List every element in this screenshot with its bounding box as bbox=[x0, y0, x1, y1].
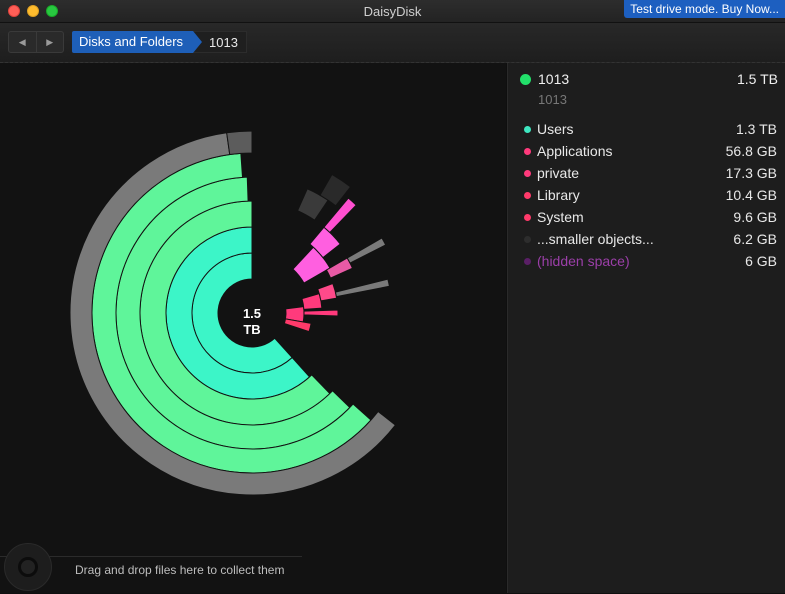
item-color-dot bbox=[524, 192, 531, 199]
item-color-dot bbox=[524, 214, 531, 221]
title-bar: DaisyDisk Test drive mode. Buy Now... bbox=[0, 0, 785, 23]
library-segment[interactable] bbox=[303, 309, 339, 317]
collector-drop-zone[interactable]: Drag and drop files here to collect them bbox=[0, 543, 302, 594]
collector-icon[interactable] bbox=[4, 543, 52, 591]
item-color-dot bbox=[524, 258, 531, 265]
list-item[interactable]: Users 1.3 TB bbox=[508, 118, 785, 140]
list-item[interactable]: (hidden space) 6 GB bbox=[508, 250, 785, 272]
item-name: Library bbox=[537, 187, 580, 203]
list-item[interactable]: Applications 56.8 GB bbox=[508, 140, 785, 162]
list-item[interactable]: private 17.3 GB bbox=[508, 162, 785, 184]
item-size: 9.6 GB bbox=[733, 209, 777, 225]
back-button[interactable]: ◀ bbox=[9, 32, 36, 52]
root-folder-size: 1.5 TB bbox=[737, 71, 778, 87]
item-size: 17.3 GB bbox=[725, 165, 777, 181]
breadcrumb: Disks and Folders 1013 bbox=[72, 31, 247, 53]
back-arrow-icon: ◀ bbox=[18, 36, 26, 47]
center-total-value: 1.5 bbox=[242, 306, 262, 321]
details-panel: 1013 1.5 TB 1013 Users 1.3 TB Applicatio… bbox=[507, 63, 785, 593]
list-item[interactable]: ...smaller objects... 6.2 GB bbox=[508, 228, 785, 250]
applications-nested-segment[interactable] bbox=[317, 282, 338, 302]
breadcrumb-disks-and-folders[interactable]: Disks and Folders bbox=[72, 31, 203, 53]
private-nested-segment[interactable] bbox=[323, 197, 357, 234]
center-total-unit: TB bbox=[243, 322, 261, 337]
toolbar: ◀ ▶ Disks and Folders 1013 bbox=[0, 23, 785, 63]
item-size: 6 GB bbox=[745, 253, 777, 269]
center-total-label[interactable]: 1.5 TB bbox=[218, 288, 286, 356]
list-item[interactable]: System 9.6 GB bbox=[508, 206, 785, 228]
item-name: ...smaller objects... bbox=[537, 231, 654, 247]
root-color-dot bbox=[520, 74, 531, 85]
item-size: 10.4 GB bbox=[725, 187, 777, 203]
navigation-buttons: ◀ ▶ bbox=[8, 31, 64, 53]
item-name: Users bbox=[537, 121, 574, 137]
folder-list: Users 1.3 TB Applications 56.8 GB privat… bbox=[508, 118, 785, 272]
item-size: 56.8 GB bbox=[725, 143, 777, 159]
item-size: 1.3 TB bbox=[736, 121, 777, 137]
item-color-dot bbox=[524, 126, 531, 133]
private-deep-segment[interactable] bbox=[346, 237, 387, 264]
forward-button[interactable]: ▶ bbox=[35, 32, 64, 52]
forward-arrow-icon: ▶ bbox=[46, 36, 54, 47]
item-color-dot bbox=[524, 236, 531, 243]
item-name: private bbox=[537, 165, 580, 181]
item-size: 6.2 GB bbox=[733, 231, 777, 247]
item-name: Applications bbox=[537, 143, 613, 159]
small-outer-segment[interactable] bbox=[226, 130, 253, 156]
item-color-dot bbox=[524, 148, 531, 155]
item-color-dot bbox=[524, 170, 531, 177]
sunburst-chart-area: 1.5 TB Drag and drop files here to colle… bbox=[0, 63, 506, 593]
list-item[interactable]: Library 10.4 GB bbox=[508, 184, 785, 206]
applications-deep-segment[interactable] bbox=[334, 278, 391, 298]
root-folder-path: 1013 bbox=[538, 92, 567, 107]
buy-now-banner[interactable]: Test drive mode. Buy Now... bbox=[624, 0, 785, 18]
root-folder-name[interactable]: 1013 bbox=[538, 71, 569, 87]
item-name: System bbox=[537, 209, 584, 225]
item-name: (hidden space) bbox=[537, 253, 630, 269]
applications-subfolder-segment[interactable] bbox=[301, 293, 323, 310]
system-segment[interactable] bbox=[283, 318, 312, 333]
collector-hint-text: Drag and drop files here to collect them bbox=[75, 563, 285, 577]
